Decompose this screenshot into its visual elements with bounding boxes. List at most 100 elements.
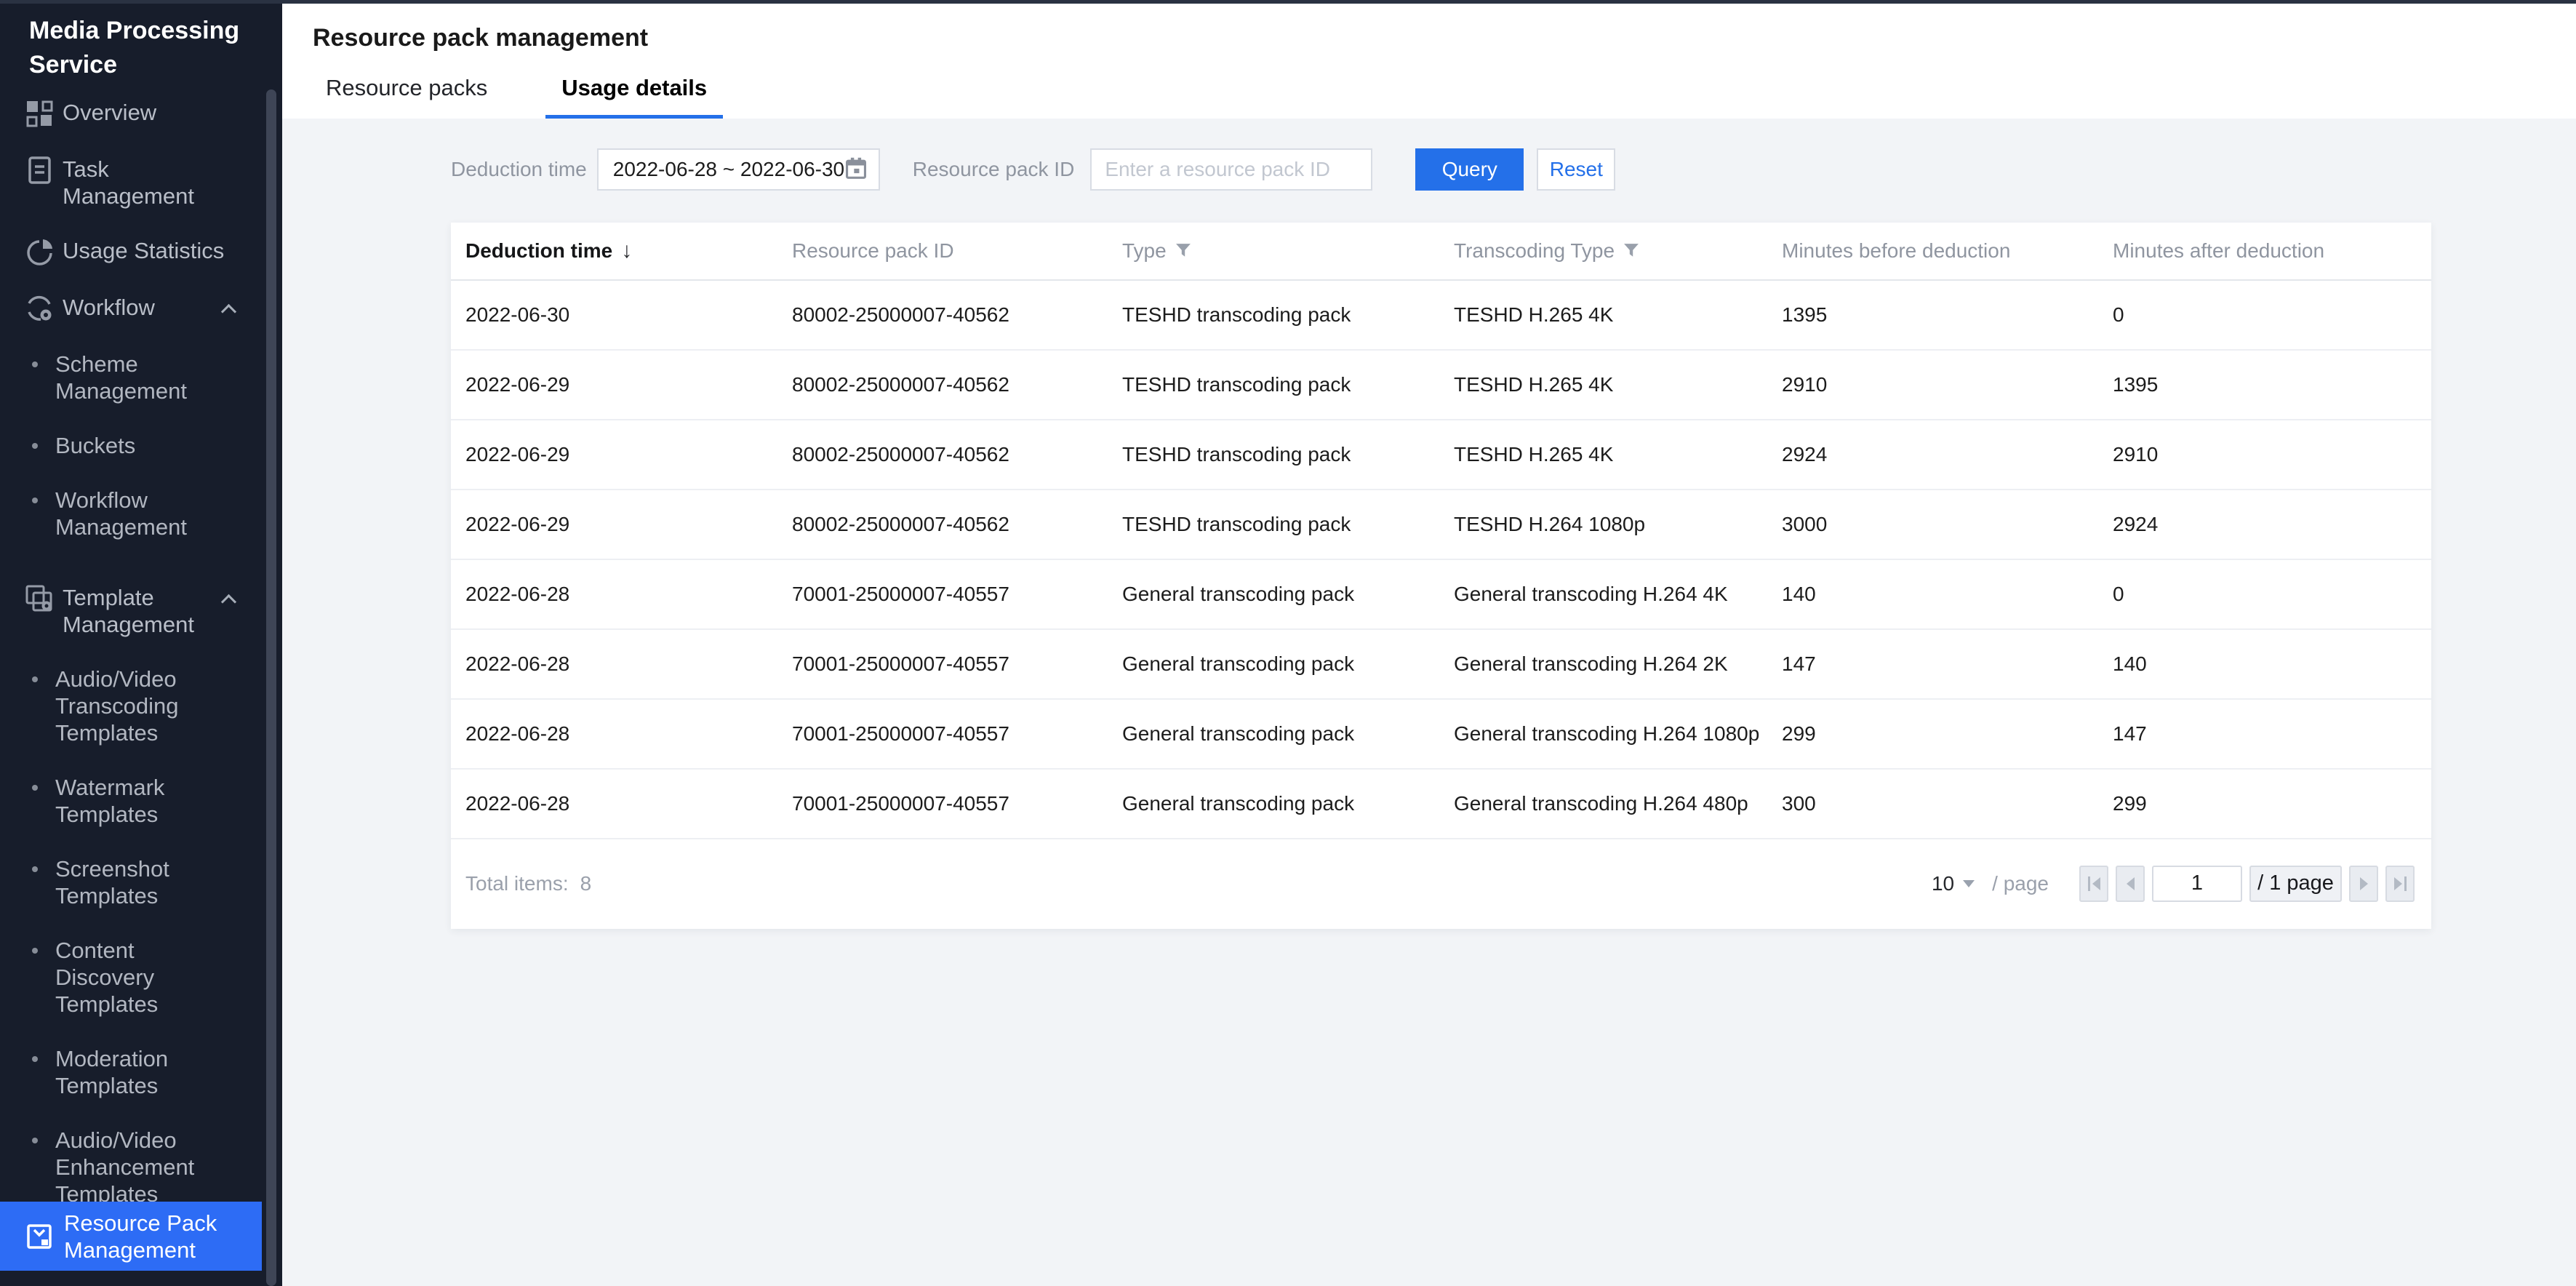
- first-page-button[interactable]: [2079, 866, 2108, 902]
- sidebar-item-label: Task Management: [63, 156, 231, 209]
- workflow-icon: [25, 294, 54, 323]
- bullet-icon: [32, 362, 38, 367]
- filter-funnel-icon[interactable]: [1175, 243, 1191, 259]
- total-items-value: 8: [580, 872, 592, 895]
- sidebar-item-overview[interactable]: Overview: [0, 85, 282, 142]
- prev-page-button[interactable]: [2116, 866, 2145, 902]
- sort-desc-icon[interactable]: ↓: [621, 240, 632, 262]
- cell-resource-pack-id: 80002-25000007-40562: [777, 373, 1108, 396]
- cell-type: TESHD transcoding pack: [1108, 443, 1439, 466]
- cell-minutes-after: 0: [2098, 583, 2431, 606]
- cell-type: TESHD transcoding pack: [1108, 513, 1439, 536]
- screen: Media Processing Service Overview Task M…: [0, 0, 2576, 1286]
- sidebar-item-template-management[interactable]: Template Management: [0, 570, 282, 652]
- resource-pack-management-icon: [25, 1222, 54, 1251]
- sidebar-subitem-label: Screenshot Templates: [55, 855, 223, 909]
- reset-button[interactable]: Reset: [1537, 148, 1615, 191]
- sidebar-subitem-label: Workflow Management: [55, 487, 223, 540]
- cell-resource-pack-id: 80002-25000007-40562: [777, 303, 1108, 327]
- cell-transcoding-type: TESHD H.264 1080p: [1439, 513, 1767, 536]
- sidebar-subitem-moderation-templates[interactable]: Moderation Templates: [0, 1031, 282, 1113]
- column-header-transcoding-type: Transcoding Type: [1439, 239, 1767, 263]
- sidebar: Media Processing Service Overview Task M…: [0, 4, 282, 1286]
- cell-minutes-before: 140: [1767, 583, 2098, 606]
- sidebar-subitem-content-discovery-templates[interactable]: Content Discovery Templates: [0, 923, 282, 1031]
- sidebar-subitem-watermark-templates[interactable]: Watermark Templates: [0, 760, 282, 842]
- cell-type: TESHD transcoding pack: [1108, 373, 1439, 396]
- sidebar-subitem-label: Watermark Templates: [55, 774, 223, 828]
- table-row: 2022-06-29 80002-25000007-40562 TESHD tr…: [451, 420, 2431, 490]
- cell-minutes-after: 140: [2098, 652, 2431, 676]
- column-label: Resource pack ID: [792, 239, 954, 263]
- cell-type: General transcoding pack: [1108, 583, 1439, 606]
- page-header: Resource pack management Resource packs …: [282, 4, 2576, 119]
- sidebar-item-label: Workflow: [63, 294, 155, 321]
- cell-minutes-before: 300: [1767, 792, 2098, 815]
- next-page-button[interactable]: [2349, 866, 2378, 902]
- tab-resource-packs[interactable]: Resource packs: [326, 75, 487, 119]
- sidebar-subitem-workflow-management[interactable]: Workflow Management: [0, 473, 282, 554]
- tab-bar: Resource packs Usage details: [326, 75, 723, 119]
- last-page-icon: [2394, 877, 2402, 890]
- column-label: Deduction time: [465, 239, 612, 263]
- sidebar-item-resource-pack-management[interactable]: Resource Pack Management: [0, 1202, 262, 1271]
- cell-transcoding-type: General transcoding H.264 2K: [1439, 652, 1767, 676]
- resource-pack-id-input[interactable]: [1090, 148, 1372, 191]
- sidebar-item-task-management[interactable]: Task Management: [0, 142, 282, 223]
- column-header-type: Type: [1108, 239, 1439, 263]
- window-top-bar: [0, 0, 2576, 4]
- current-page-input[interactable]: [2152, 866, 2242, 902]
- per-page-label: / page: [1992, 872, 2049, 895]
- bullet-icon: [32, 785, 38, 791]
- tab-usage-details[interactable]: Usage details: [545, 75, 723, 119]
- sidebar-subitem-screenshot-templates[interactable]: Screenshot Templates: [0, 842, 282, 923]
- deduction-time-value: 2022-06-28 ~ 2022-06-30: [613, 158, 844, 181]
- column-label: Minutes before deduction: [1782, 239, 2010, 263]
- pager: / 1 page: [2079, 866, 2415, 902]
- sidebar-item-label: Overview: [63, 99, 156, 126]
- cell-minutes-before: 2924: [1767, 443, 2098, 466]
- cell-type: General transcoding pack: [1108, 722, 1439, 746]
- pagination-controls: 10 / page / 1 page: [1932, 866, 2415, 902]
- cell-minutes-before: 3000: [1767, 513, 2098, 536]
- table-row: 2022-06-28 70001-25000007-40557 General …: [451, 700, 2431, 770]
- sidebar-subitem-label: Buckets: [55, 432, 135, 459]
- column-label: Minutes after deduction: [2113, 239, 2324, 263]
- filter-funnel-icon[interactable]: [1623, 243, 1639, 259]
- first-page-icon: [2088, 876, 2090, 891]
- cell-resource-pack-id: 80002-25000007-40562: [777, 513, 1108, 536]
- page-size-select[interactable]: 10: [1932, 872, 1975, 895]
- sidebar-scrollbar[interactable]: [266, 89, 276, 1286]
- cell-transcoding-type: TESHD H.265 4K: [1439, 443, 1767, 466]
- sidebar-subitem-label: Scheme Management: [55, 351, 223, 404]
- sidebar-item-usage-statistics[interactable]: Usage Statistics: [0, 223, 282, 280]
- sidebar-subitem-label: Moderation Templates: [55, 1045, 223, 1099]
- column-header-resource-pack-id: Resource pack ID: [777, 239, 1108, 263]
- page-count-text: / 1 page: [2257, 871, 2334, 895]
- next-page-icon: [2360, 877, 2368, 890]
- cell-deduction-time: 2022-06-29: [451, 373, 777, 396]
- calendar-icon[interactable]: [844, 156, 868, 183]
- query-button[interactable]: Query: [1415, 148, 1524, 191]
- cell-deduction-time: 2022-06-29: [451, 513, 777, 536]
- bullet-icon: [32, 498, 38, 503]
- column-label: Type: [1122, 239, 1167, 263]
- chevron-down-icon: [1963, 880, 1975, 887]
- column-header-minutes-before: Minutes before deduction: [1767, 239, 2098, 263]
- last-page-button[interactable]: [2385, 866, 2415, 902]
- sidebar-subitem-buckets[interactable]: Buckets: [0, 418, 282, 473]
- sidebar-item-label: Usage Statistics: [63, 237, 224, 264]
- template-management-icon: [25, 584, 54, 613]
- column-header-deduction-time[interactable]: Deduction time ↓: [451, 239, 777, 263]
- chevron-up-icon[interactable]: [221, 304, 236, 319]
- column-header-minutes-after: Minutes after deduction: [2098, 239, 2431, 263]
- cell-deduction-time: 2022-06-28: [451, 792, 777, 815]
- sidebar-subitem-av-transcoding-templates[interactable]: Audio/Video Transcoding Templates: [0, 652, 282, 760]
- table-row: 2022-06-29 80002-25000007-40562 TESHD tr…: [451, 490, 2431, 560]
- overview-icon: [25, 99, 54, 128]
- deduction-time-range-input[interactable]: 2022-06-28 ~ 2022-06-30: [597, 148, 880, 191]
- page-size-value: 10: [1932, 872, 1954, 895]
- sidebar-subitem-scheme-management[interactable]: Scheme Management: [0, 337, 282, 418]
- sidebar-item-workflow[interactable]: Workflow: [0, 280, 282, 337]
- first-page-icon: [2092, 877, 2100, 890]
